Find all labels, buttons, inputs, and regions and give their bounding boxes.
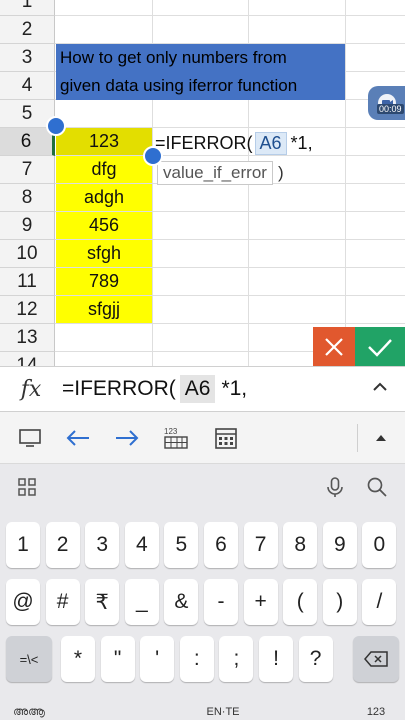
cell-a10[interactable]: sfgh [56,240,152,267]
selection-handle-end[interactable] [143,146,163,166]
spreadsheet-grid[interactable]: 1 2 3 4 5 6 7 8 9 10 11 12 13 14 How to get only numb… [0,0,405,366]
cell-a8[interactable]: adgh [56,184,152,211]
svg-text:123: 123 [164,427,178,436]
key-symbol[interactable]: ! [259,636,293,682]
row-header-10[interactable]: 10 [0,240,55,268]
key-symbol[interactable]: - [204,579,238,625]
cancel-edit-button[interactable] [313,327,355,366]
row-header-4[interactable]: 4 [0,72,55,100]
search-icon[interactable] [364,474,390,500]
on-screen-keyboard: 1 2 3 4 5 6 7 8 9 0 @ # ₹ _ & - +() / * " ':;!? =\< അആ EN·TE… [0,464,405,720]
key-symbol[interactable]: ) [322,579,357,625]
key-symbol[interactable]: / [362,579,397,625]
row-header-11[interactable]: 11 [0,268,55,296]
tooltip-argument[interactable]: value_if_error [157,161,273,185]
key-digit[interactable]: 0 [362,522,397,568]
tooltip-close-paren: ) [277,163,284,182]
row-header-9[interactable]: 9 [0,212,55,240]
row-header-13[interactable]: 13 [0,324,55,352]
edit-formula-prefix: =IFERROR( [155,132,253,153]
key-symbol[interactable]: ? [298,636,333,682]
formula-suffix: *1, [221,377,248,400]
function-argument-tooltip: value_if_error ) [157,160,284,186]
language-key[interactable]: അആ [6,704,52,720]
keyboard-suggestion-bar [0,464,405,510]
backspace-key[interactable] [353,636,399,682]
formula-prefix: =IFERROR( [62,377,176,400]
edit-formula-ref[interactable]: A6 [254,131,287,155]
row-header-8[interactable]: 8 [0,184,55,212]
sheet-view-icon[interactable] [17,425,43,451]
key-digit[interactable]: 9 [322,522,357,568]
selection-handle-start[interactable] [46,116,66,136]
backspace-icon [364,651,388,667]
cell-edit-formula[interactable]: =IFERROR( A6 *1, [155,129,313,157]
arrow-right-icon[interactable] [114,425,140,451]
chevron-up-icon[interactable] [371,378,389,396]
arrow-left-icon[interactable] [65,425,91,451]
key-symbol[interactable]: # [45,579,80,625]
row-divider [55,15,405,16]
confirm-edit-button[interactable] [355,327,405,366]
spacebar-key[interactable]: EN·TE [188,704,258,720]
key-symbol[interactable]: ( [283,579,318,625]
row-header-14[interactable]: 14 [0,352,55,366]
key-symbol[interactable]: + [243,579,278,625]
formula-input[interactable]: =IFERROR( A6 *1, [62,375,247,403]
row-divider [55,323,405,324]
row-header-3[interactable]: 3 [0,44,55,72]
numbers-key[interactable]: 123 [353,704,399,720]
key-symbol[interactable]: & [164,579,199,625]
key-symbol[interactable]: ₹ [85,579,120,625]
cell-a6[interactable]: 123 [56,128,152,155]
checkmark-icon [368,338,392,357]
cell-a12[interactable]: sfgjj [56,296,152,323]
apps-grid-icon[interactable] [14,474,40,500]
key-symbol[interactable]: ; [219,636,254,682]
title-line-1: How to get only numbers from [60,48,287,67]
cell-a7[interactable]: dfg [56,156,152,183]
formula-bar[interactable]: fx =IFERROR( A6 *1, [0,366,405,412]
row-header-7[interactable]: 7 [0,156,55,184]
title-cell[interactable]: How to get only numbers from given data … [56,44,345,100]
key-symbol[interactable]: " [100,636,135,682]
close-icon [325,337,343,356]
microphone-icon[interactable] [322,474,348,500]
symbols-page-key-label: =\< [19,651,39,667]
floating-video-bubble[interactable] [368,86,405,120]
key-symbol[interactable]: _ [124,579,159,625]
function-fx-icon[interactable]: fx [0,377,62,402]
edit-formula-suffix: *1, [290,132,313,153]
key-digit[interactable]: 4 [124,522,159,568]
toolbar-separator [357,424,358,452]
key-digit[interactable]: 1 [6,522,40,568]
numeric-keypad-icon[interactable]: 123 [163,425,189,451]
editing-toolbar: 123 [0,412,405,464]
collapse-up-icon[interactable] [368,425,394,451]
row-header-12[interactable]: 12 [0,296,55,324]
key-digit[interactable]: 6 [204,522,238,568]
key-symbol[interactable]: @ [6,579,40,625]
key-digit[interactable]: 7 [243,522,278,568]
floating-bubble-timer: 00:09 [377,104,404,114]
symbols-page-key[interactable]: =\< [6,636,52,682]
key-digit[interactable]: 2 [45,522,80,568]
key-symbol[interactable]: ' [140,636,175,682]
key-symbol[interactable]: : [179,636,214,682]
title-line-2: given data using iferror function [60,76,298,95]
row-header-1[interactable]: 1 [0,0,55,16]
key-digit[interactable]: 5 [164,522,199,568]
row-header-6[interactable]: 6 [0,128,55,156]
key-digit[interactable]: 3 [85,522,120,568]
calendar-icon[interactable] [213,425,239,451]
cell-a9[interactable]: 456 [56,212,152,239]
row-header-2[interactable]: 2 [0,16,55,44]
key-symbol[interactable]: * [61,636,95,682]
cell-a11[interactable]: 789 [56,268,152,295]
key-digit[interactable]: 8 [283,522,318,568]
formula-ref[interactable]: A6 [179,375,216,403]
